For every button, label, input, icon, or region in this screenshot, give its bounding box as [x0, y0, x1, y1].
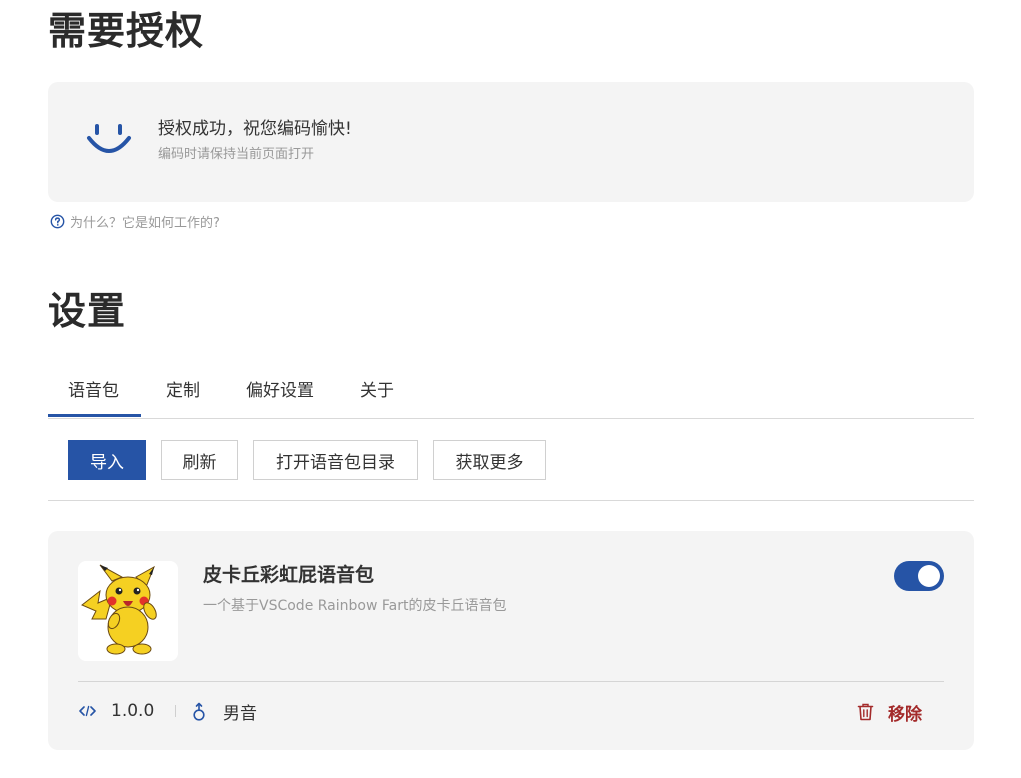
- import-button[interactable]: 导入: [68, 440, 146, 480]
- tab-about[interactable]: 关于: [360, 376, 394, 416]
- pack-title: 皮卡丘彩虹屁语音包: [203, 564, 375, 586]
- pikachu-image: [78, 561, 178, 661]
- trash-icon: [857, 703, 874, 721]
- remove-pack-button[interactable]: 移除: [857, 700, 922, 725]
- pikachu-illustration: [81, 564, 157, 655]
- pack-description: 一个基于VSCode Rainbow Fart的皮卡丘语音包: [203, 598, 507, 614]
- auth-success-subtitle: 编码时请保持当前页面打开: [158, 147, 315, 162]
- tab-voice-packs[interactable]: 语音包: [68, 376, 119, 416]
- settings-heading: 设置: [48, 289, 127, 333]
- pack-gender: 男音: [223, 703, 257, 724]
- code-icon: [79, 705, 96, 717]
- page: 需要授权 授权成功，祝您编码愉快! 编码时请保持当前页面打开 为什么？它是如何工…: [0, 0, 1021, 778]
- card-divider: [78, 681, 944, 682]
- remove-label: 移除: [888, 704, 922, 725]
- auth-status-card: [48, 82, 974, 202]
- active-tab-indicator: [48, 414, 141, 417]
- help-link[interactable]: 为什么？它是如何工作的?: [50, 212, 220, 231]
- refresh-button[interactable]: 刷新: [161, 440, 238, 480]
- get-more-button[interactable]: 获取更多: [433, 440, 546, 480]
- smile-icon: [87, 124, 131, 153]
- open-pack-dir-button[interactable]: 打开语音包目录: [253, 440, 418, 480]
- meta-separator: [175, 705, 176, 717]
- tab-customize[interactable]: 定制: [166, 376, 200, 416]
- male-icon: [193, 702, 205, 721]
- auth-success-title: 授权成功，祝您编码愉快!: [158, 119, 352, 139]
- pack-version: 1.0.0: [111, 701, 155, 721]
- pack-enabled-toggle[interactable]: [894, 561, 944, 591]
- help-circle-icon: [50, 214, 65, 229]
- toggle-knob: [918, 565, 940, 587]
- toolbar-divider: [48, 500, 974, 501]
- help-link-label: 为什么？它是如何工作的?: [70, 216, 220, 231]
- voice-pack-card: [48, 531, 974, 750]
- auth-heading: 需要授权: [48, 9, 205, 53]
- settings-tabs: 语音包 定制 偏好设置 关于: [48, 364, 974, 419]
- tab-preferences[interactable]: 偏好设置: [246, 376, 314, 416]
